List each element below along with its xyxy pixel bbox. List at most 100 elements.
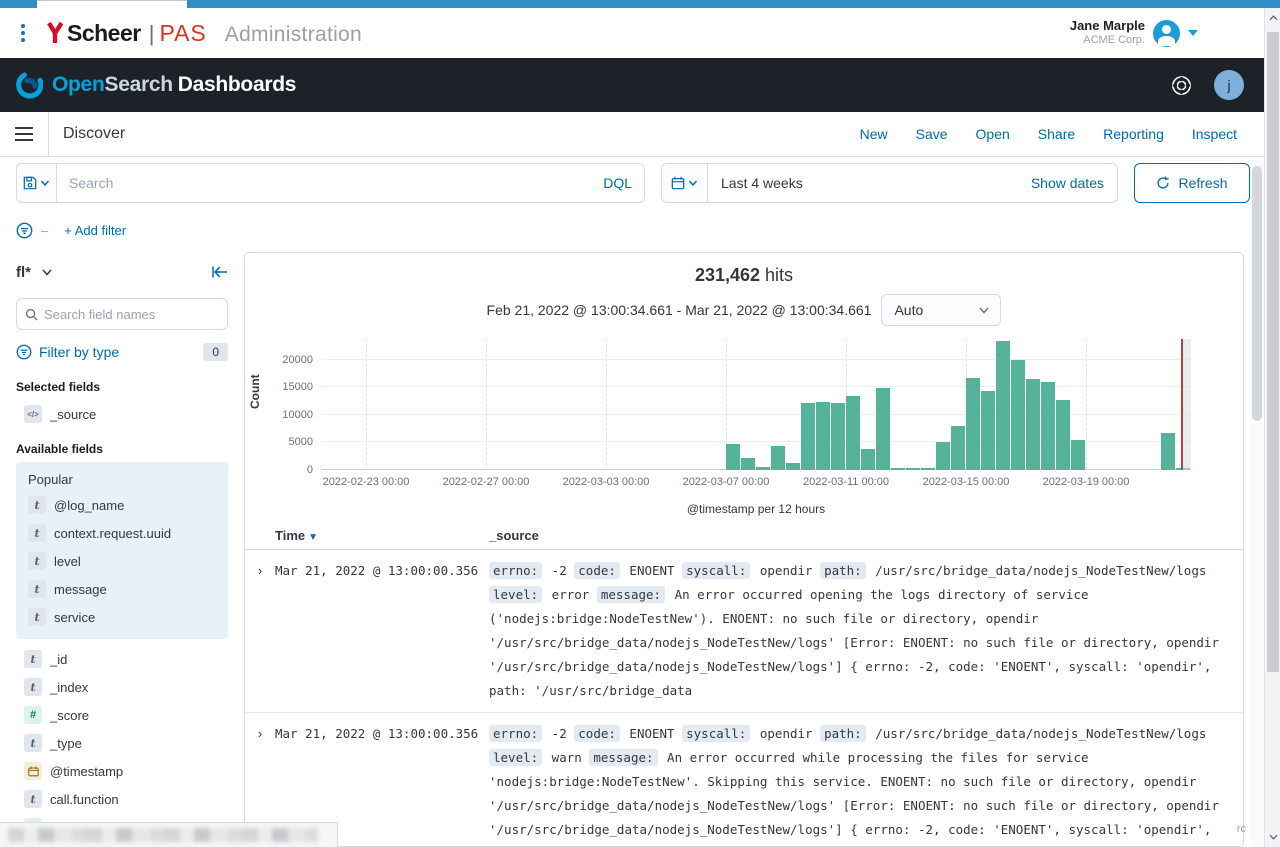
histogram-bar[interactable] <box>1071 440 1085 470</box>
field-item-level[interactable]: tlevel <box>20 547 224 575</box>
x-tick-label: 2022-03-03 00:00 <box>563 476 650 488</box>
chevron-down-icon[interactable] <box>41 266 53 278</box>
browser-scrollbar[interactable] <box>1264 8 1280 847</box>
histogram-bar[interactable] <box>981 391 995 470</box>
histogram-bar[interactable] <box>1041 382 1055 470</box>
histogram-bar[interactable] <box>951 426 965 470</box>
field-item-service[interactable]: tservice <box>20 603 224 631</box>
user-avatar-icon[interactable] <box>1153 20 1180 47</box>
field-item-_score[interactable]: #_score <box>16 701 228 729</box>
refresh-button[interactable]: Refresh <box>1134 163 1250 203</box>
filter-icon[interactable] <box>16 222 33 239</box>
histogram-bar[interactable] <box>741 458 755 470</box>
menu-icon[interactable] <box>0 112 49 157</box>
osd-avatar[interactable]: j <box>1214 70 1244 100</box>
logo-search: Search <box>104 73 172 96</box>
histogram-bar[interactable] <box>936 442 950 470</box>
nav-action-open[interactable]: Open <box>976 126 1010 142</box>
nav-actions: New Save Open Share Reporting Inspect <box>860 126 1264 142</box>
histogram-bar[interactable] <box>801 403 815 470</box>
user-info: Jane Marple ACME Corp. <box>1070 18 1145 48</box>
scroll-up-icon[interactable] <box>1265 10 1280 26</box>
inner-scrollbar-thumb[interactable] <box>1252 166 1262 421</box>
histogram-bar[interactable] <box>906 468 920 470</box>
histogram-bar[interactable] <box>786 463 800 470</box>
histogram-bar[interactable] <box>756 467 770 470</box>
y-axis-title: Count <box>248 393 262 409</box>
gridline <box>366 339 367 470</box>
kebab-menu-icon[interactable] <box>0 24 46 42</box>
field-item-_index[interactable]: t_index <box>16 673 228 701</box>
histogram-bar[interactable] <box>1161 433 1175 470</box>
time-range-value[interactable]: Last 4 weeks <box>708 175 803 191</box>
histogram-bar[interactable] <box>891 468 905 470</box>
histogram-bar[interactable] <box>831 403 845 470</box>
field-item-call.function[interactable]: tcall.function <box>16 785 228 813</box>
filter-by-type-button[interactable]: Filter by type <box>39 344 119 360</box>
histogram-bar[interactable] <box>726 444 740 470</box>
histogram-bar[interactable] <box>816 402 830 470</box>
y-tick-label: 0 <box>307 464 313 476</box>
histogram-bar[interactable] <box>861 449 875 470</box>
collapse-sidebar-icon[interactable] <box>212 265 228 279</box>
gridline <box>321 386 1191 387</box>
row-source: errno: -2 code: ENOENT syscall: opendir … <box>489 559 1243 703</box>
histogram-bar[interactable] <box>1011 360 1025 470</box>
field-item-context.request.uuid[interactable]: tcontext.request.uuid <box>20 519 224 547</box>
histogram-bar[interactable] <box>771 446 785 470</box>
nav-action-save[interactable]: Save <box>916 126 948 142</box>
add-filter-button[interactable]: + Add filter <box>64 223 126 238</box>
nav-action-share[interactable]: Share <box>1038 126 1075 142</box>
field-name: context.request.uuid <box>54 526 171 541</box>
filter-by-type-icon <box>16 344 32 360</box>
time-column-header[interactable]: Time▼ <box>275 528 489 543</box>
nav-action-inspect[interactable]: Inspect <box>1192 126 1237 142</box>
search-input[interactable] <box>69 175 593 191</box>
app-title: Administration <box>225 23 362 47</box>
field-item-_type[interactable]: t_type <box>16 729 228 757</box>
histogram-bar[interactable] <box>966 378 980 470</box>
calendar-button[interactable] <box>662 164 708 202</box>
opensearch-header: OpenSearchDashboards j <box>0 58 1264 112</box>
user-menu[interactable]: Jane Marple ACME Corp. <box>1070 18 1280 48</box>
x-tick-label: 2022-02-23 00:00 <box>323 476 410 488</box>
chevron-down-icon[interactable] <box>1188 30 1198 36</box>
histogram-bar[interactable] <box>876 388 890 470</box>
sort-desc-icon[interactable]: ▼ <box>308 532 318 543</box>
histogram-bar[interactable] <box>1056 400 1070 470</box>
field-key-chip: path: <box>820 562 866 579</box>
field-item-_id[interactable]: t_id <box>16 645 228 673</box>
nav-action-new[interactable]: New <box>860 126 888 142</box>
user-name: Jane Marple <box>1070 18 1145 34</box>
inner-scrollbar[interactable] <box>1250 160 1264 847</box>
nav-action-reporting[interactable]: Reporting <box>1103 126 1164 142</box>
interval-select[interactable]: Auto <box>881 294 1001 326</box>
field-item-_source[interactable]: </>_source <box>16 400 228 428</box>
field-key-chip: errno: <box>489 725 542 742</box>
field-type-date-icon <box>24 762 42 780</box>
show-dates-button[interactable]: Show dates <box>1031 175 1117 191</box>
help-icon[interactable] <box>1171 75 1192 96</box>
index-pattern-selector[interactable]: fl* <box>16 264 31 281</box>
histogram-chart: Count 05000100001500020000 2022-02-23 00… <box>245 334 1243 520</box>
gridline <box>606 339 607 470</box>
interval-value: Auto <box>894 302 923 318</box>
field-item-message[interactable]: tmessage <box>20 575 224 603</box>
histogram-bar[interactable] <box>996 341 1010 470</box>
selected-fields-list: </>_source <box>16 400 228 428</box>
field-item-@timestamp[interactable]: @timestamp <box>16 757 228 785</box>
histogram-bar[interactable] <box>846 396 860 470</box>
scroll-down-icon[interactable] <box>1265 829 1280 845</box>
available-fields-list: t_idt_index#_scoret_type@timestamptcall.… <box>16 645 228 847</box>
hits-count: 231,462 hits <box>245 265 1243 286</box>
histogram-bar[interactable] <box>1026 379 1040 470</box>
field-search-input[interactable] <box>44 307 219 322</box>
field-item-@log_name[interactable]: t@log_name <box>20 491 224 519</box>
histogram-bar[interactable] <box>921 468 935 470</box>
expand-row-icon[interactable]: › <box>245 559 275 703</box>
saved-query-button[interactable] <box>16 163 56 203</box>
histogram-plot[interactable] <box>321 339 1191 470</box>
y-tick-label: 20000 <box>282 354 313 366</box>
browser-scrollbar-thumb[interactable] <box>1267 32 1279 672</box>
dql-button[interactable]: DQL <box>593 175 632 191</box>
